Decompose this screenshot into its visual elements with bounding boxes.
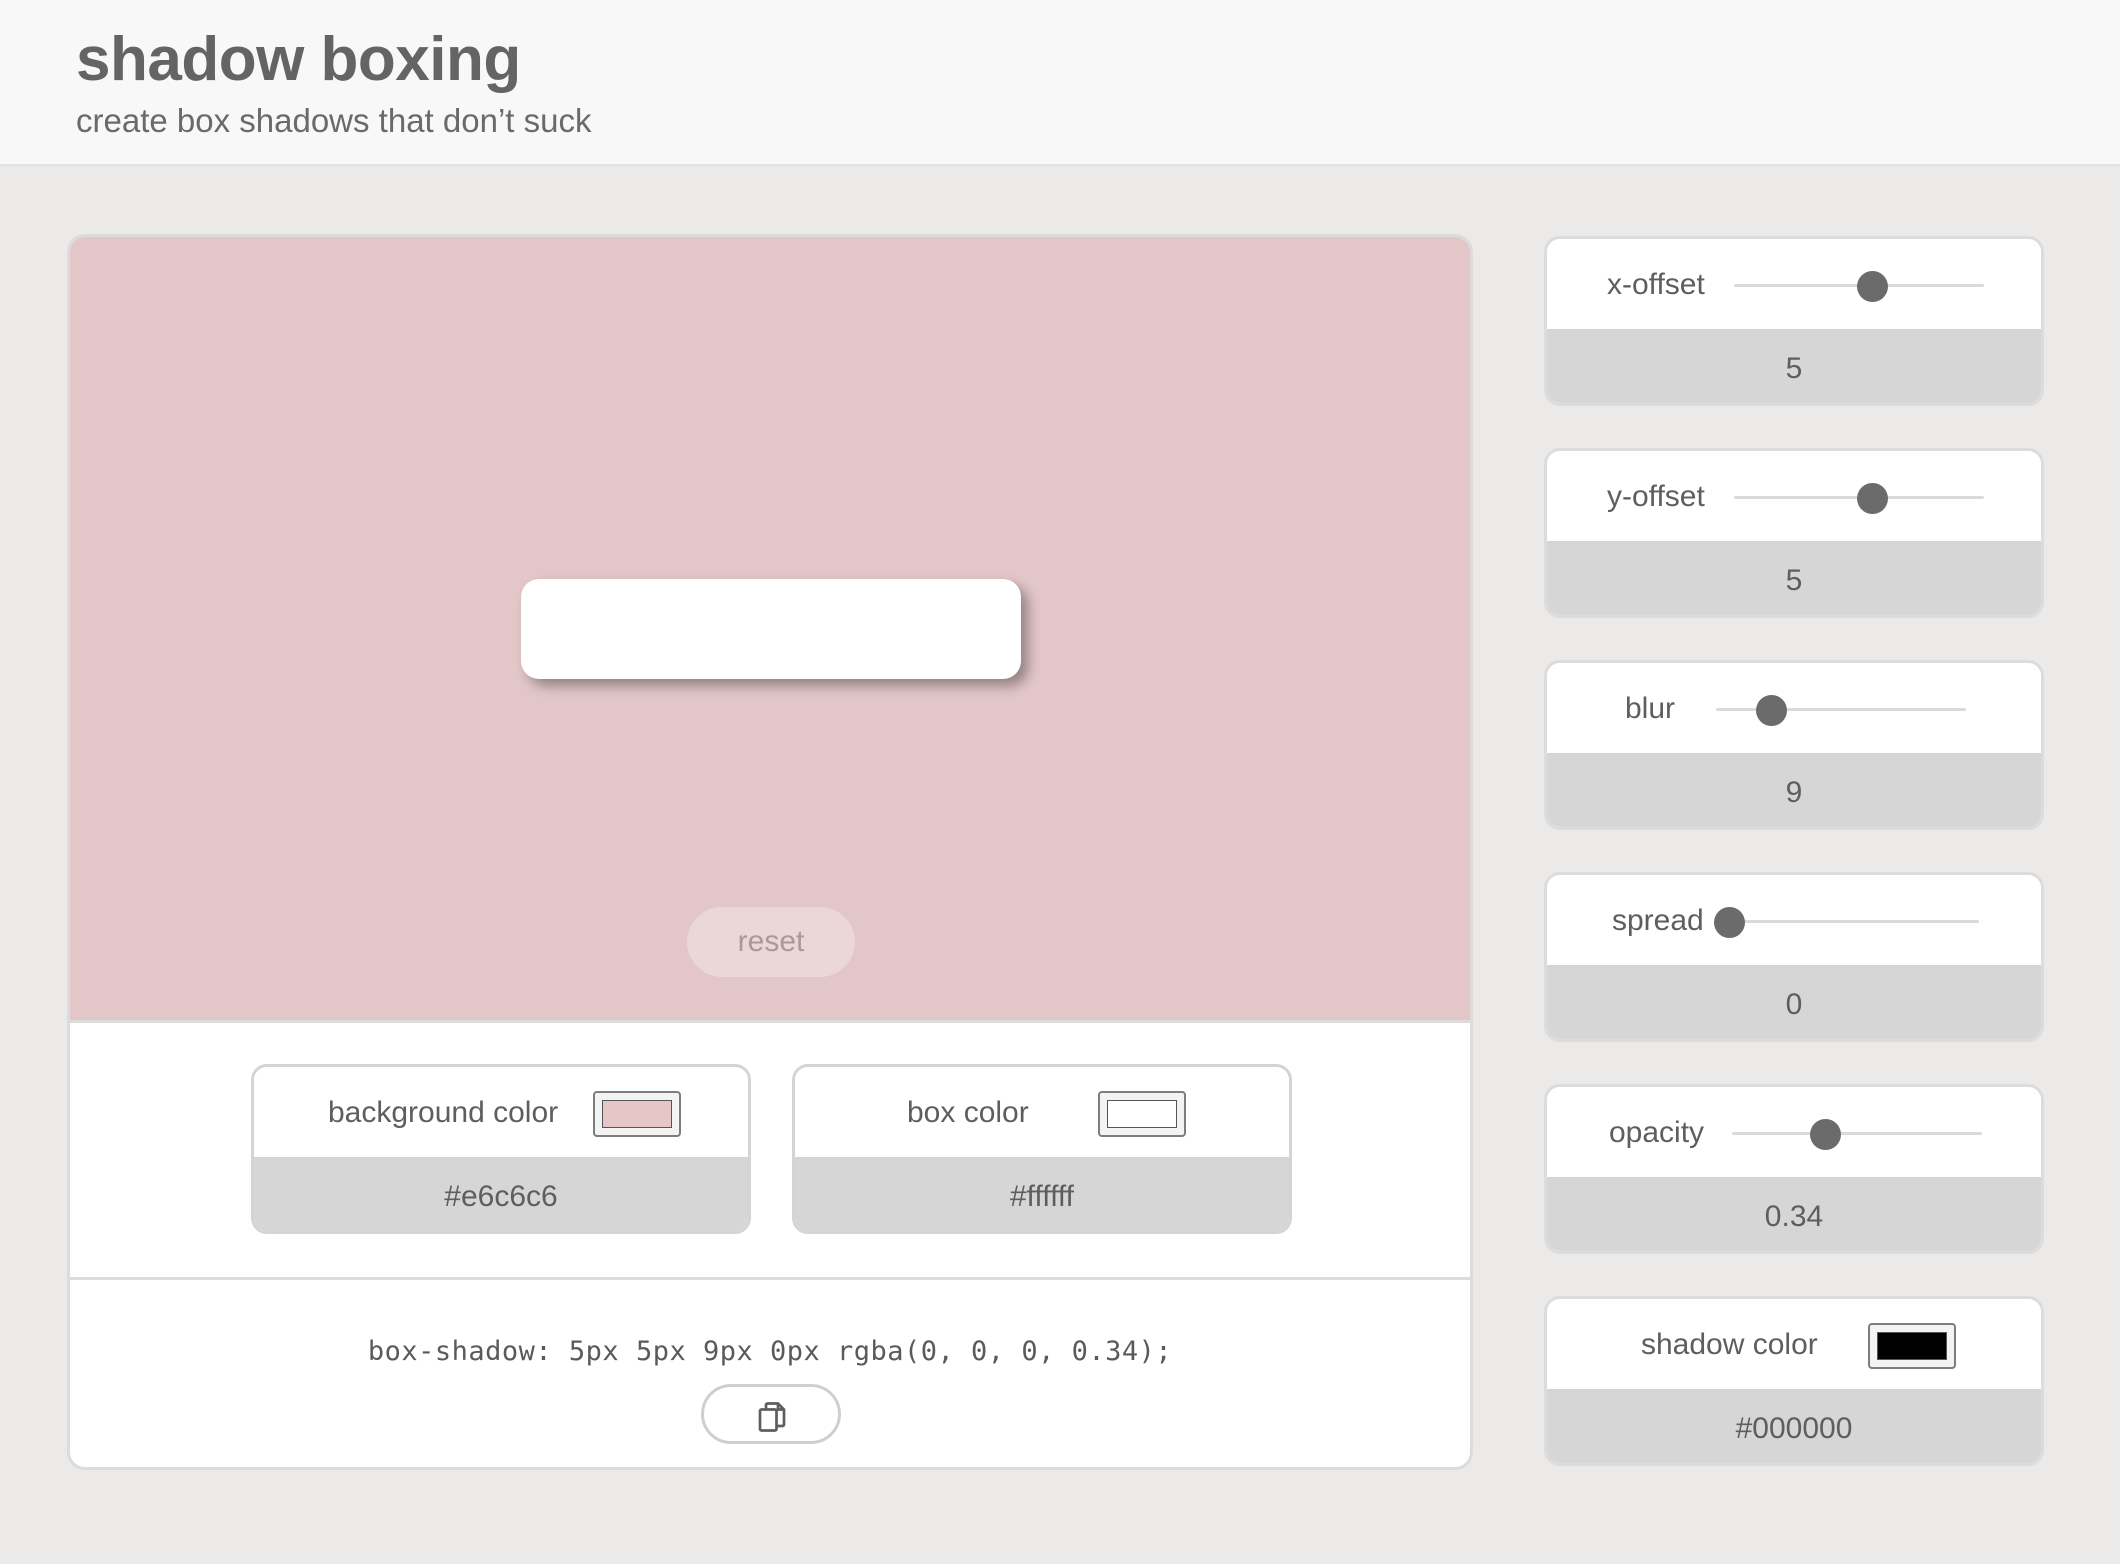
y-offset-value: 5 xyxy=(1547,543,2041,615)
opacity-control: opacity 0.34 xyxy=(1544,1084,2044,1254)
blur-value: 9 xyxy=(1547,755,2041,827)
preview-box xyxy=(521,579,1021,679)
app-subtitle: create box shadows that don’t suck xyxy=(76,102,592,139)
spread-slider-thumb[interactable] xyxy=(1714,907,1745,938)
shadow-color-label: shadow color xyxy=(1641,1328,1818,1361)
x-offset-control: x-offset 5 xyxy=(1544,236,2044,406)
copy-button[interactable] xyxy=(701,1384,841,1444)
x-offset-slider-thumb[interactable] xyxy=(1856,271,1888,302)
y-offset-label: y-offset xyxy=(1607,480,1705,513)
shadow-color-control: shadow color #000000 xyxy=(1544,1296,2044,1466)
opacity-value: 0.34 xyxy=(1547,1179,2041,1251)
app-header: shadow boxing create box shadows that do… xyxy=(0,0,2120,166)
background-color-label: background color xyxy=(328,1096,559,1129)
background-color-value[interactable]: #e6c6c6 xyxy=(254,1159,748,1231)
copy-icon xyxy=(758,1402,786,1432)
shadow-color-value[interactable]: #000000 xyxy=(1547,1391,2041,1463)
opacity-label: opacity xyxy=(1609,1116,1705,1149)
blur-slider-thumb[interactable] xyxy=(1756,695,1787,726)
box-color-swatch[interactable] xyxy=(1098,1091,1186,1137)
main-panel: reset background color #e6c6c6 box color… xyxy=(67,234,1473,1470)
y-offset-slider-thumb[interactable] xyxy=(1856,483,1888,514)
box-color-card: box color #ffffff xyxy=(792,1064,1292,1234)
blur-control: blur 9 xyxy=(1544,660,2044,830)
spread-control: spread 0 xyxy=(1544,872,2044,1042)
css-output-area: box-shadow: 5px 5px 9px 0px rgba(0, 0, 0… xyxy=(70,1277,1470,1467)
reset-button[interactable]: reset xyxy=(687,907,855,977)
preview-area: reset xyxy=(70,237,1470,1023)
spread-value: 0 xyxy=(1547,967,2041,1039)
blur-slider[interactable] xyxy=(1716,708,1966,711)
css-output-text: box-shadow: 5px 5px 9px 0px rgba(0, 0, 0… xyxy=(367,1336,1173,1367)
app-title: shadow boxing xyxy=(76,25,521,94)
spread-slider[interactable] xyxy=(1729,920,1979,923)
x-offset-value: 5 xyxy=(1547,331,2041,403)
box-color-value[interactable]: #ffffff xyxy=(795,1159,1289,1231)
blur-label: blur xyxy=(1625,692,1676,725)
background-color-swatch-fill xyxy=(602,1100,672,1128)
spread-label: spread xyxy=(1612,904,1704,937)
opacity-slider-thumb[interactable] xyxy=(1809,1119,1841,1150)
background-color-card: background color #e6c6c6 xyxy=(251,1064,751,1234)
box-color-label: box color xyxy=(907,1096,1029,1129)
y-offset-control: y-offset 5 xyxy=(1544,448,2044,618)
x-offset-label: x-offset xyxy=(1607,268,1705,301)
shadow-color-swatch-fill xyxy=(1877,1332,1947,1360)
opacity-slider[interactable] xyxy=(1732,1132,1982,1135)
shadow-color-swatch[interactable] xyxy=(1868,1323,1956,1369)
background-color-swatch[interactable] xyxy=(593,1091,681,1137)
box-color-swatch-fill xyxy=(1107,1100,1177,1128)
